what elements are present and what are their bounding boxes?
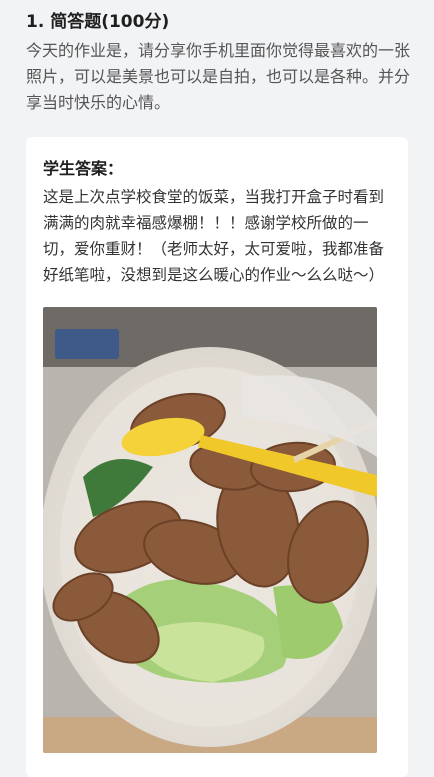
answer-text: 这是上次点学校食堂的饭菜，当我打开盒子时看到满满的肉就幸福感爆棚！！！感谢学校所… bbox=[43, 188, 385, 284]
box-label-icon bbox=[55, 329, 119, 359]
question-title: 1. 简答题(100分) bbox=[26, 12, 170, 32]
answer-label: 学生答案： bbox=[43, 159, 124, 178]
answer-card: 学生答案： 这是上次点学校食堂的饭菜，当我打开盒子时看到满满的肉就幸福感爆棚！！… bbox=[26, 137, 408, 777]
food-photo-image bbox=[43, 307, 377, 753]
question-text: 今天的作业是，请分享你手机里面你觉得最喜欢的一张照片，可以是美景也可以是自拍，也… bbox=[26, 41, 411, 112]
answer-photo[interactable] bbox=[43, 307, 377, 753]
